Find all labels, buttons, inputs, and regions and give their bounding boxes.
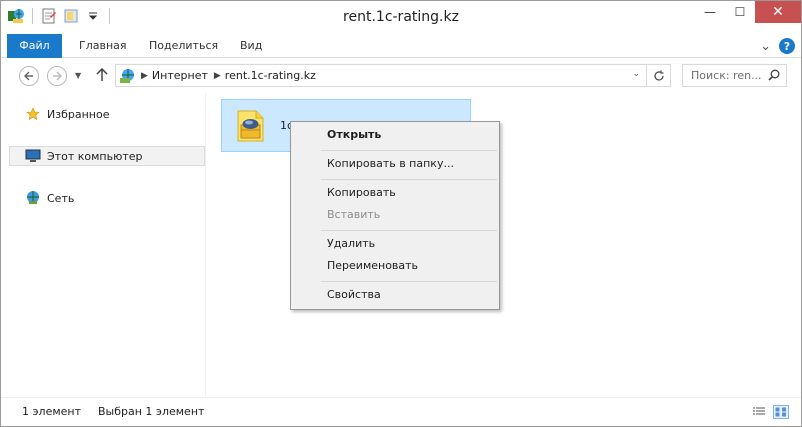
back-button[interactable] bbox=[19, 66, 39, 86]
refresh-button[interactable] bbox=[646, 65, 670, 86]
item-count: 1 элемент bbox=[22, 405, 81, 418]
breadcrumb-site[interactable]: rent.1c-rating.kz bbox=[225, 69, 316, 82]
window-title: rent.1c-rating.kz bbox=[343, 9, 459, 25]
window-controls: — ☐ ✕ bbox=[695, 1, 801, 23]
menu-divider bbox=[321, 281, 497, 282]
large-icons-view-icon[interactable] bbox=[773, 405, 789, 419]
star-icon bbox=[25, 106, 41, 122]
breadcrumb-internet[interactable]: Интернет bbox=[152, 69, 208, 82]
status-bar: 1 элемент Выбран 1 элемент bbox=[1, 397, 801, 426]
maximize-button[interactable]: ☐ bbox=[725, 1, 755, 23]
menu-item-copy[interactable]: Копировать bbox=[293, 183, 497, 203]
nav-item-label: Избранное bbox=[47, 107, 110, 121]
arrow-up-icon bbox=[96, 67, 108, 81]
explorer-window: rent.1c-rating.kz — ☐ ✕ Файл Главная Под… bbox=[0, 0, 802, 427]
network-icon bbox=[25, 190, 41, 206]
menu-item-open[interactable]: Открыть bbox=[293, 125, 497, 145]
expand-ribbon-icon[interactable]: ⌄ bbox=[760, 39, 771, 54]
nav-item-favorites[interactable]: Избранное bbox=[9, 104, 109, 124]
menu-item-properties[interactable]: Свойства bbox=[293, 285, 497, 305]
details-view-icon[interactable] bbox=[751, 405, 767, 419]
nav-item-network[interactable]: Сеть bbox=[9, 188, 74, 208]
navigation-bar: ▼ ▶ Интернет ▶ rent.1c-rating.kz ⌄ bbox=[1, 59, 801, 93]
nav-item-label: Этот компьютер bbox=[47, 149, 143, 163]
context-menu: Открыть Копировать в папку... Копировать… bbox=[290, 121, 500, 310]
search-input[interactable] bbox=[691, 69, 773, 82]
menu-divider bbox=[321, 150, 497, 151]
toolbar-divider bbox=[32, 8, 33, 24]
help-icon[interactable]: ? bbox=[779, 38, 795, 54]
address-history-icon[interactable]: ⌄ bbox=[632, 69, 640, 79]
tab-file[interactable]: Файл bbox=[7, 34, 62, 58]
forward-button[interactable] bbox=[47, 66, 67, 86]
properties-icon[interactable] bbox=[40, 7, 58, 25]
menu-divider bbox=[321, 230, 497, 231]
breadcrumb-chevron-icon[interactable]: ▶ bbox=[214, 71, 221, 81]
tab-view[interactable]: Вид bbox=[228, 34, 274, 58]
computer-icon bbox=[25, 148, 41, 164]
title-bar: rent.1c-rating.kz — ☐ ✕ bbox=[1, 1, 801, 34]
navigation-pane: Избранное Этот компьютер Сеть bbox=[1, 93, 206, 396]
view-switcher bbox=[751, 405, 789, 419]
search-box[interactable] bbox=[682, 64, 787, 87]
tab-share[interactable]: Поделиться bbox=[137, 34, 230, 58]
nav-item-this-pc[interactable]: Этот компьютер bbox=[9, 146, 205, 166]
selection-count: Выбран 1 элемент bbox=[98, 405, 205, 418]
refresh-icon bbox=[653, 70, 664, 81]
tab-home[interactable]: Главная bbox=[67, 34, 139, 58]
toolbar-divider bbox=[109, 8, 110, 24]
breadcrumb-chevron-icon[interactable]: ▶ bbox=[141, 71, 148, 81]
new-folder-icon[interactable] bbox=[62, 7, 80, 25]
search-icon[interactable] bbox=[768, 69, 780, 81]
ribbon-tabs: Файл Главная Поделиться Вид ⌄ ? bbox=[1, 34, 801, 58]
up-button[interactable] bbox=[96, 67, 108, 86]
menu-item-copy-to-folder[interactable]: Копировать в папку... bbox=[293, 154, 497, 174]
customize-toolbar-icon[interactable] bbox=[84, 7, 102, 25]
internet-icon bbox=[119, 68, 135, 84]
menu-divider bbox=[321, 179, 497, 180]
ribbon-controls: ⌄ ? bbox=[760, 38, 795, 54]
recent-locations-icon[interactable]: ▼ bbox=[75, 71, 81, 80]
nav-item-label: Сеть bbox=[47, 191, 75, 205]
menu-item-rename[interactable]: Переименовать bbox=[293, 256, 497, 276]
arrow-left-icon bbox=[24, 71, 33, 81]
package-icon bbox=[237, 110, 264, 142]
close-button[interactable]: ✕ bbox=[755, 1, 801, 23]
minimize-button[interactable]: — bbox=[695, 1, 725, 23]
menu-item-delete[interactable]: Удалить bbox=[293, 234, 497, 254]
network-folder-icon[interactable] bbox=[7, 7, 25, 25]
address-bar[interactable]: ▶ Интернет ▶ rent.1c-rating.kz ⌄ bbox=[115, 64, 671, 87]
menu-item-paste: Вставить bbox=[327, 208, 381, 221]
arrow-right-icon bbox=[53, 71, 62, 81]
quick-access-toolbar bbox=[7, 7, 113, 25]
